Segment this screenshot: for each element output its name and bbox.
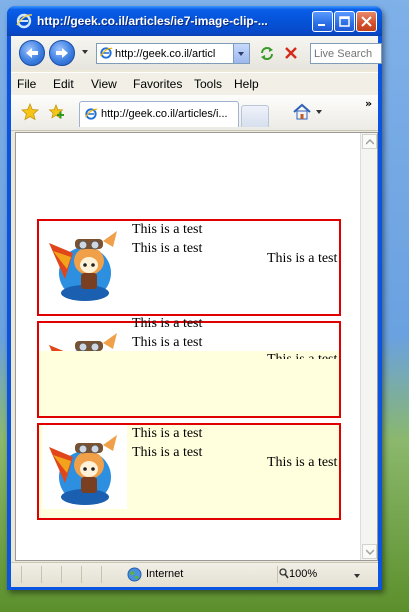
menu-edit[interactable]: Edit xyxy=(53,77,74,91)
test-text-line-2: This is a test xyxy=(132,335,203,350)
status-divider xyxy=(101,566,102,583)
close-button[interactable] xyxy=(356,11,377,32)
arrow-down-icon xyxy=(366,549,374,555)
internet-zone-globe-icon xyxy=(127,567,142,582)
address-input[interactable] xyxy=(115,45,233,62)
vertical-scrollbar[interactable] xyxy=(360,133,377,560)
menu-bar: File Edit View Favorites Tools Help xyxy=(11,72,378,96)
tab-row: http://geek.co.il/articles/i... » xyxy=(11,95,378,131)
title-bar[interactable]: http://geek.co.il/articles/ie7-image-cli… xyxy=(7,6,382,36)
close-icon xyxy=(361,16,372,27)
search-box[interactable] xyxy=(310,43,382,64)
security-zone-label: Internet xyxy=(146,568,184,580)
test-text-side: This is a test xyxy=(267,455,338,470)
zoom-level[interactable]: 100% xyxy=(289,568,317,580)
box-background-fill xyxy=(39,351,339,416)
mascot-image xyxy=(43,323,127,351)
refresh-icon[interactable] xyxy=(257,44,277,63)
zoom-magnifier-icon xyxy=(279,568,289,579)
test-text-side: This is a test xyxy=(267,251,338,266)
search-input[interactable] xyxy=(314,46,380,61)
zoom-dropdown[interactable] xyxy=(354,574,360,578)
status-divider xyxy=(277,566,278,583)
home-dropdown[interactable] xyxy=(316,110,322,114)
test-text-line-2: This is a test xyxy=(132,241,203,256)
page-icon xyxy=(85,108,98,120)
back-arrow-icon xyxy=(26,48,38,58)
status-divider xyxy=(61,566,62,583)
address-dropdown-button[interactable] xyxy=(233,44,249,63)
menu-help[interactable]: Help xyxy=(234,77,259,91)
menu-favorites[interactable]: Favorites xyxy=(133,77,182,91)
arrow-up-icon xyxy=(366,139,374,145)
browser-client: File Edit View Favorites Tools Help xyxy=(11,36,382,587)
ie-logo-icon xyxy=(16,13,33,29)
add-favorite-icon[interactable] xyxy=(47,103,65,121)
maximize-icon xyxy=(339,16,350,27)
menu-tools[interactable]: Tools xyxy=(194,77,222,91)
favorites-star-icon[interactable] xyxy=(21,103,39,121)
forward-button[interactable] xyxy=(49,40,75,66)
status-divider xyxy=(81,566,82,583)
test-text-line-1: This is a test xyxy=(132,222,203,237)
clip-test-box: This is a test This is a test This is a te… xyxy=(37,316,341,418)
clip-test-box: This is a test This is a test This is a te… xyxy=(37,423,341,520)
scroll-up-button[interactable] xyxy=(362,134,377,149)
tab-label: http://geek.co.il/articles/i... xyxy=(101,108,228,120)
back-button[interactable] xyxy=(19,40,45,66)
recent-pages-dropdown[interactable] xyxy=(82,50,88,54)
stop-icon[interactable] xyxy=(281,44,301,63)
address-toolbar xyxy=(11,36,382,70)
page-icon xyxy=(100,47,113,59)
browser-window: http://geek.co.il/articles/ie7-image-cli… xyxy=(7,6,382,590)
tab-current-page[interactable]: http://geek.co.il/articles/i... xyxy=(79,101,239,127)
minimize-icon xyxy=(318,24,325,26)
clip-test-box: This is a test This is a test This is a te… xyxy=(37,219,341,316)
home-icon[interactable] xyxy=(292,103,312,121)
more-tools-chevron[interactable]: » xyxy=(365,97,372,110)
forward-arrow-icon xyxy=(56,48,68,58)
menu-file[interactable]: File xyxy=(17,77,36,91)
menu-view[interactable]: View xyxy=(91,77,117,91)
status-bar: Internet 100% xyxy=(11,562,378,587)
mascot-image xyxy=(43,425,127,509)
status-divider xyxy=(41,566,42,583)
scroll-down-button[interactable] xyxy=(362,544,377,559)
page-content: This is a test This is a test This is a te… xyxy=(15,132,378,561)
test-text-line-1: This is a test xyxy=(132,426,203,441)
mascot-image xyxy=(43,221,127,305)
test-text-line-1: This is a test xyxy=(132,316,203,331)
maximize-button[interactable] xyxy=(334,11,355,32)
test-text-side: This is a test xyxy=(267,351,337,359)
window-title: http://geek.co.il/articles/ie7-image-cli… xyxy=(37,14,268,28)
new-tab-button[interactable] xyxy=(241,105,269,127)
test-text-line-2: This is a test xyxy=(132,445,203,460)
minimize-button[interactable] xyxy=(312,11,333,32)
status-divider xyxy=(21,566,22,583)
address-bar[interactable] xyxy=(96,43,250,64)
